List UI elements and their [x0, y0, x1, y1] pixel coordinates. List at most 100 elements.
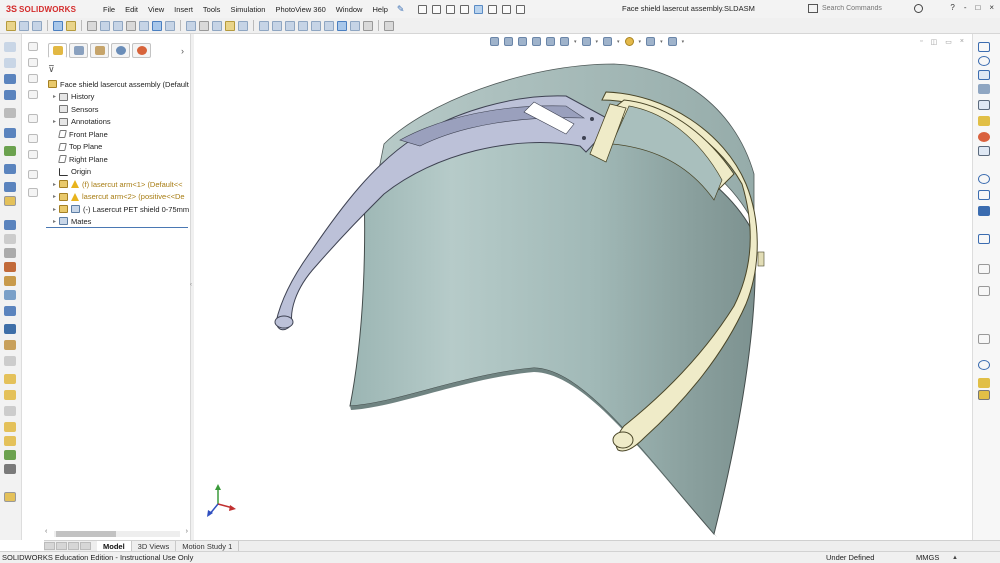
mirror-tool-icon[interactable]: [978, 286, 990, 296]
pet-shield-surface[interactable]: [349, 125, 756, 536]
strip-icon[interactable]: [28, 42, 38, 51]
menu-tools[interactable]: Tools: [198, 5, 226, 14]
appearance-icon[interactable]: [66, 20, 76, 31]
scroll-right-icon[interactable]: ›: [186, 528, 188, 535]
displaymanager-tab[interactable]: [132, 43, 151, 58]
render-icon[interactable]: [199, 20, 209, 31]
sketch-tool-icon[interactable]: [978, 234, 990, 244]
menu-window[interactable]: Window: [331, 5, 368, 14]
help-button[interactable]: ?: [950, 3, 954, 12]
command-icon[interactable]: [4, 108, 16, 118]
strip-icon[interactable]: [28, 114, 38, 123]
strip-icon[interactable]: [28, 188, 38, 197]
mate-icon[interactable]: [32, 20, 42, 31]
circle-tool-icon[interactable]: [978, 174, 990, 184]
hide-show-icon[interactable]: [186, 20, 196, 31]
arm-end-hook-left[interactable]: [274, 315, 294, 329]
tab-motion-study[interactable]: Motion Study 1: [176, 540, 240, 552]
command-icon[interactable]: [4, 436, 16, 446]
interference-icon[interactable]: [337, 20, 347, 31]
command-icon[interactable]: [4, 220, 16, 230]
home-icon[interactable]: [978, 70, 990, 80]
view-tool-icon[interactable]: [978, 360, 990, 370]
design-library-icon[interactable]: [978, 84, 990, 94]
menu-insert[interactable]: Insert: [169, 5, 198, 14]
strip-icon[interactable]: [28, 170, 38, 179]
assembly-tool-icon[interactable]: [6, 20, 16, 31]
strip-icon[interactable]: [28, 74, 38, 83]
tree-item-right-plane[interactable]: Right Plane: [46, 153, 190, 166]
paint-tool-icon[interactable]: [978, 378, 990, 388]
command-icon[interactable]: [4, 128, 16, 138]
open-document-icon[interactable]: [432, 4, 442, 14]
command-icon[interactable]: [4, 58, 16, 68]
command-icon[interactable]: [4, 450, 16, 460]
prev-tab-icon[interactable]: [56, 542, 67, 550]
minimize-button[interactable]: -: [964, 3, 967, 12]
arc-tool-icon[interactable]: [978, 56, 990, 66]
command-icon[interactable]: [4, 422, 16, 432]
command-icon[interactable]: [4, 276, 16, 286]
command-icon[interactable]: [4, 340, 16, 350]
clearance-icon[interactable]: [350, 20, 360, 31]
file-explorer-icon[interactable]: [978, 100, 990, 110]
expand-arrow-icon[interactable]: ▸: [50, 93, 59, 100]
new-document-icon[interactable]: [418, 4, 428, 14]
search-commands[interactable]: [808, 2, 930, 15]
instant3d-icon[interactable]: [363, 20, 373, 31]
select-icon[interactable]: [474, 4, 484, 14]
scroll-left-icon[interactable]: ‹: [45, 528, 47, 535]
command-icon[interactable]: [4, 182, 16, 192]
next-tab-icon[interactable]: [68, 542, 79, 550]
section-icon[interactable]: [139, 20, 149, 31]
search-scope-icon[interactable]: [808, 4, 818, 13]
tree-item-shield[interactable]: ▸ (-) Lasercut PET shield 0-75mm: [46, 203, 190, 216]
command-icon[interactable]: [4, 234, 16, 244]
unit-system[interactable]: MMGS: [916, 553, 939, 562]
command-icon[interactable]: [4, 290, 16, 300]
units-dropdown-icon[interactable]: ▲: [952, 555, 958, 561]
graphics-area[interactable]: ▾ ▾ ▾ ▾ ▾ ▾ ▫ ◫ ▭ ×: [194, 34, 972, 540]
file-properties-icon[interactable]: [502, 4, 512, 14]
close-button[interactable]: ×: [989, 3, 994, 12]
command-icon[interactable]: [4, 90, 16, 100]
active-tool-icon[interactable]: [978, 390, 990, 400]
command-icon[interactable]: [4, 146, 16, 156]
filter-icon[interactable]: ⊽: [48, 64, 55, 75]
relation-tool-icon[interactable]: [978, 334, 990, 344]
scroll-thumb[interactable]: [56, 531, 116, 537]
rotate-component-icon[interactable]: [311, 20, 321, 31]
custom-properties-icon[interactable]: [978, 146, 990, 156]
feature-tree-hscrollbar[interactable]: ‹ ›: [44, 528, 190, 539]
insert-component-icon[interactable]: [19, 20, 29, 31]
tree-item-mates[interactable]: ▸ Mates: [46, 216, 188, 228]
copy-icon[interactable]: [126, 20, 136, 31]
command-icon[interactable]: [4, 306, 16, 316]
view-palette-icon[interactable]: [978, 116, 990, 126]
expand-arrow-icon[interactable]: ▸: [50, 206, 59, 213]
command-icon[interactable]: [4, 324, 16, 334]
menu-edit[interactable]: Edit: [120, 5, 143, 14]
dimxpert-tab[interactable]: [111, 43, 130, 58]
command-icon[interactable]: [4, 248, 16, 258]
tree-item-arm-2[interactable]: ▸ lasercut arm<2> (positive<<De: [46, 191, 190, 204]
expand-arrow-icon[interactable]: ▸: [50, 181, 59, 188]
command-icon[interactable]: [4, 492, 16, 502]
options-gear-icon[interactable]: [516, 4, 526, 14]
menu-help[interactable]: Help: [367, 5, 392, 14]
pencil-icon[interactable]: [384, 20, 394, 31]
face-shield-model[interactable]: [194, 34, 972, 540]
tab-3d-views[interactable]: 3D Views: [132, 540, 177, 552]
lights-icon[interactable]: [212, 20, 222, 31]
solidworks-logo[interactable]: 3S SOLIDWORKS: [6, 4, 86, 14]
tree-item-top-plane[interactable]: Top Plane: [46, 141, 190, 154]
tree-item-front-plane[interactable]: Front Plane: [46, 128, 190, 141]
command-icon[interactable]: [4, 464, 16, 474]
tree-item-history[interactable]: ▸ History: [46, 91, 190, 104]
measure-icon[interactable]: [100, 20, 110, 31]
menu-photoview[interactable]: PhotoView 360: [270, 5, 330, 14]
menu-simulation[interactable]: Simulation: [225, 5, 270, 14]
command-icon[interactable]: [4, 196, 16, 206]
appearances-icon[interactable]: [978, 132, 990, 142]
tree-item-origin[interactable]: Origin: [46, 166, 190, 179]
